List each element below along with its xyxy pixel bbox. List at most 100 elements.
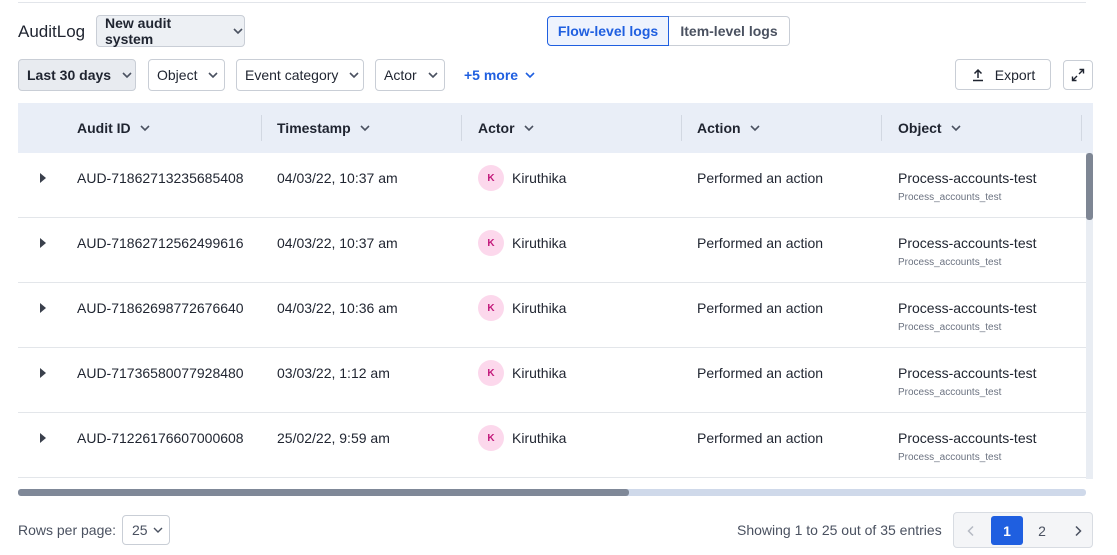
page-title: AuditLog	[18, 22, 86, 41]
expand-row-icon[interactable]	[38, 367, 48, 379]
date-range-filter-label: Last 30 days	[27, 67, 112, 83]
object-cell: Process-accounts-test	[898, 430, 1037, 446]
expand-button[interactable]	[1063, 60, 1093, 90]
page-button-2[interactable]: 2	[1028, 513, 1056, 549]
chevron-left-icon	[966, 525, 974, 537]
column-header-label: Action	[697, 120, 741, 136]
object-cell: Process-accounts-test	[898, 365, 1037, 381]
rows-per-page-label: Rows per page:	[18, 522, 117, 538]
table-row[interactable]: AUD-71226176607000608 25/02/22, 9:59 am …	[18, 413, 1086, 478]
object-filter[interactable]: Object	[148, 59, 225, 91]
column-header-audit-id[interactable]: Audit ID	[77, 103, 151, 153]
chevron-down-icon	[427, 69, 439, 81]
object-subtext: Process_accounts_test	[898, 322, 1002, 333]
table-header: Audit ID Timestamp Actor Action Object	[18, 103, 1093, 153]
chevron-down-icon	[523, 122, 535, 134]
column-divider	[261, 115, 262, 141]
column-header-label: Actor	[478, 120, 515, 136]
chevron-down-icon	[232, 25, 244, 37]
next-page-button[interactable]	[1064, 513, 1092, 549]
chevron-down-icon	[139, 122, 151, 134]
avatar: K	[478, 360, 504, 386]
tab-flow-level-logs[interactable]: Flow-level logs	[547, 16, 669, 46]
date-range-filter[interactable]: Last 30 days	[18, 59, 136, 91]
expand-row-icon[interactable]	[38, 237, 48, 249]
event-category-filter-label: Event category	[245, 67, 339, 83]
rows-per-page-value: 25	[132, 522, 148, 538]
timestamp-cell: 04/03/22, 10:37 am	[277, 235, 398, 251]
object-filter-label: Object	[157, 67, 198, 83]
audit-id-cell: AUD-71226176607000608	[77, 430, 244, 446]
more-filters-label: +5 more	[464, 67, 519, 83]
audit-id-cell: AUD-71862712562499616	[77, 235, 244, 251]
prev-page-button[interactable]	[954, 513, 987, 549]
object-cell: Process-accounts-test	[898, 170, 1037, 186]
rows-per-page-select[interactable]: 25	[122, 515, 170, 545]
timestamp-cell: 04/03/22, 10:37 am	[277, 170, 398, 186]
column-divider	[681, 115, 682, 141]
action-cell: Performed an action	[697, 430, 824, 446]
top-divider	[18, 2, 1086, 3]
timestamp-cell: 03/03/22, 1:12 am	[277, 365, 390, 381]
table-row[interactable]: AUD-71862712562499616 04/03/22, 10:37 am…	[18, 218, 1086, 283]
column-header-actor[interactable]: Actor	[478, 103, 535, 153]
actor-cell: Kiruthika	[512, 365, 567, 381]
vertical-scrollbar-thumb[interactable]	[1086, 153, 1093, 220]
timestamp-cell: 04/03/22, 10:36 am	[277, 300, 398, 316]
table-body: AUD-71862713235685408 04/03/22, 10:37 am…	[18, 153, 1086, 479]
audit-system-select-label: New audit system	[105, 15, 172, 47]
expand-row-icon[interactable]	[38, 172, 48, 184]
object-subtext: Process_accounts_test	[898, 257, 1002, 268]
audit-system-select[interactable]: New audit system	[96, 15, 245, 47]
action-cell: Performed an action	[697, 170, 824, 186]
actor-cell: Kiruthika	[512, 430, 567, 446]
column-header-label: Timestamp	[277, 120, 351, 136]
tab-item-level-logs[interactable]: Item-level logs	[669, 16, 790, 46]
page-button-1[interactable]: 1	[991, 516, 1023, 545]
column-divider	[1081, 115, 1082, 141]
column-header-action[interactable]: Action	[697, 103, 761, 153]
action-cell: Performed an action	[697, 300, 824, 316]
action-cell: Performed an action	[697, 365, 824, 381]
expand-row-icon[interactable]	[38, 432, 48, 444]
export-button[interactable]: Export	[955, 59, 1051, 90]
avatar: K	[478, 165, 504, 191]
object-cell: Process-accounts-test	[898, 300, 1037, 316]
chevron-down-icon	[121, 69, 133, 81]
column-header-label: Object	[898, 120, 942, 136]
avatar: K	[478, 295, 504, 321]
chevron-down-icon	[950, 122, 962, 134]
event-category-filter[interactable]: Event category	[236, 59, 364, 91]
table-row[interactable]: AUD-71862698772676640 04/03/22, 10:36 am…	[18, 283, 1086, 348]
upload-icon	[972, 68, 983, 81]
audit-id-cell: AUD-71862698772676640	[77, 300, 244, 316]
table-row[interactable]: AUD-71736580077928480 03/03/22, 1:12 am …	[18, 348, 1086, 413]
actor-cell: Kiruthika	[512, 300, 567, 316]
actor-cell: Kiruthika	[512, 170, 567, 186]
avatar: K	[478, 230, 504, 256]
horizontal-scrollbar-thumb[interactable]	[18, 489, 629, 496]
export-button-label: Export	[994, 66, 1036, 83]
column-divider	[881, 115, 882, 141]
expand-icon	[1071, 68, 1085, 82]
actor-cell: Kiruthika	[512, 235, 567, 251]
chevron-right-icon	[1075, 525, 1082, 537]
object-subtext: Process_accounts_test	[898, 452, 1002, 463]
chevron-down-icon	[152, 524, 164, 536]
actor-filter[interactable]: Actor	[375, 59, 445, 91]
avatar: K	[478, 425, 504, 451]
chevron-down-icon	[749, 122, 761, 134]
audit-id-cell: AUD-71736580077928480	[77, 365, 244, 381]
table-row[interactable]: AUD-71862713235685408 04/03/22, 10:37 am…	[18, 153, 1086, 218]
showing-entries-text: Showing 1 to 25 out of 35 entries	[737, 522, 942, 538]
timestamp-cell: 25/02/22, 9:59 am	[277, 430, 390, 446]
pagination: 1 2	[953, 512, 1093, 548]
column-header-object[interactable]: Object	[898, 103, 962, 153]
expand-row-icon[interactable]	[38, 302, 48, 314]
chevron-down-icon	[359, 122, 371, 134]
action-cell: Performed an action	[697, 235, 824, 251]
column-header-label: Audit ID	[77, 120, 131, 136]
more-filters-link[interactable]: +5 more	[464, 67, 536, 83]
column-header-timestamp[interactable]: Timestamp	[277, 103, 371, 153]
chevron-down-icon	[207, 69, 219, 81]
